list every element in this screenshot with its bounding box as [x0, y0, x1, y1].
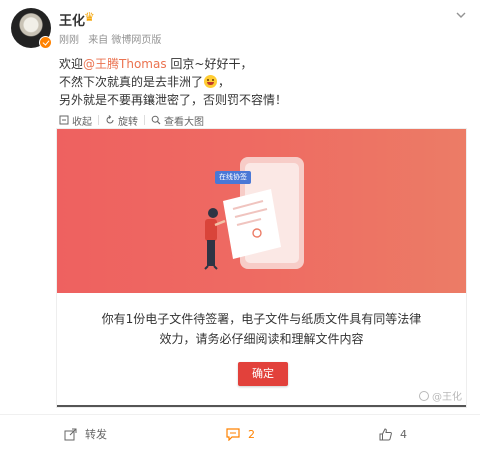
mention-link[interactable]: @王腾Thomas — [83, 57, 167, 71]
toolbar-divider — [98, 115, 99, 125]
post-image[interactable]: 在线协签 你有1份电子文件待签署，电子文件与纸质文件具有同等法律 效力，请务必仔… — [57, 129, 466, 407]
post-source: 来自 微博网页版 — [88, 35, 162, 46]
signing-message: 你有1份电子文件待签署，电子文件与纸质文件具有同等法律 效力，请务必仔细阅读和理… — [57, 309, 466, 349]
comment-count: 2 — [248, 427, 255, 441]
illustration-tag: 在线协签 — [219, 173, 247, 181]
view-large-label: 查看大图 — [164, 116, 204, 128]
toolbar-divider — [144, 115, 145, 125]
chevron-down-icon[interactable] — [454, 8, 468, 22]
comment-button[interactable]: 2 — [226, 422, 255, 446]
verified-badge-icon — [39, 36, 52, 49]
collapse-label: 收起 — [72, 116, 92, 128]
watermark: @王化 — [419, 388, 462, 403]
repost-label: 转发 — [85, 428, 107, 441]
like-count: 4 — [400, 427, 407, 441]
message-line2: 效力，请务必仔细阅读和理解文件内容 — [159, 332, 364, 346]
rotate-label: 旋转 — [118, 116, 138, 128]
share-icon — [64, 428, 77, 440]
text-line3: 另外就是不要再鑲泄密了，否则罚不容情！ — [59, 93, 288, 107]
watermark-text: @王化 — [432, 392, 462, 403]
image-toolbar: 收起 旋转 查看大图 — [59, 112, 204, 128]
post-meta: 刚刚 来自 微博网页版 — [59, 31, 161, 46]
crown-icon: ♛ — [84, 10, 95, 24]
action-bar: 转发 2 4 — [0, 422, 480, 446]
laughing-emoji-icon — [204, 75, 218, 88]
text-line1-prefix: 欢迎 — [59, 57, 84, 71]
confirm-button[interactable]: 确定 — [238, 362, 288, 386]
author-name[interactable]: 王化 — [59, 10, 85, 29]
post-text: 欢迎@王腾Thomas 回京~好好干， 不然下次就真的是去非洲了 ， 另外就是不要… — [59, 55, 469, 109]
weibo-post: 王化 ♛ 刚刚 来自 微博网页版 欢迎@王腾Thomas 回京~好好干， 不然下… — [0, 0, 480, 456]
thumbs-up-icon — [379, 427, 392, 440]
image-bottom-edge — [57, 405, 466, 407]
message-line1: 你有1份电子文件待签署，电子文件与纸质文件具有同等法律 — [101, 312, 422, 326]
collapse-icon — [59, 115, 69, 125]
comment-icon — [226, 427, 240, 441]
rotate-button[interactable]: 旋转 — [105, 113, 138, 128]
text-line2-end: ， — [218, 75, 231, 89]
like-button[interactable]: 4 — [379, 422, 407, 446]
weibo-logo-icon — [419, 390, 429, 401]
repost-button[interactable]: 转发 — [64, 422, 107, 446]
action-divider — [0, 414, 480, 415]
signing-banner: 在线协签 — [57, 129, 466, 293]
view-large-button[interactable]: 查看大图 — [151, 113, 204, 128]
rotate-icon — [106, 115, 114, 124]
text-line2: 不然下次就真的是去非洲了 — [59, 75, 204, 89]
collapse-button[interactable]: 收起 — [59, 113, 92, 128]
signing-illustration — [204, 157, 304, 270]
post-time[interactable]: 刚刚 — [59, 35, 79, 46]
text-line1-suffix: 回京~好好干， — [166, 57, 253, 71]
zoom-icon — [151, 115, 161, 125]
